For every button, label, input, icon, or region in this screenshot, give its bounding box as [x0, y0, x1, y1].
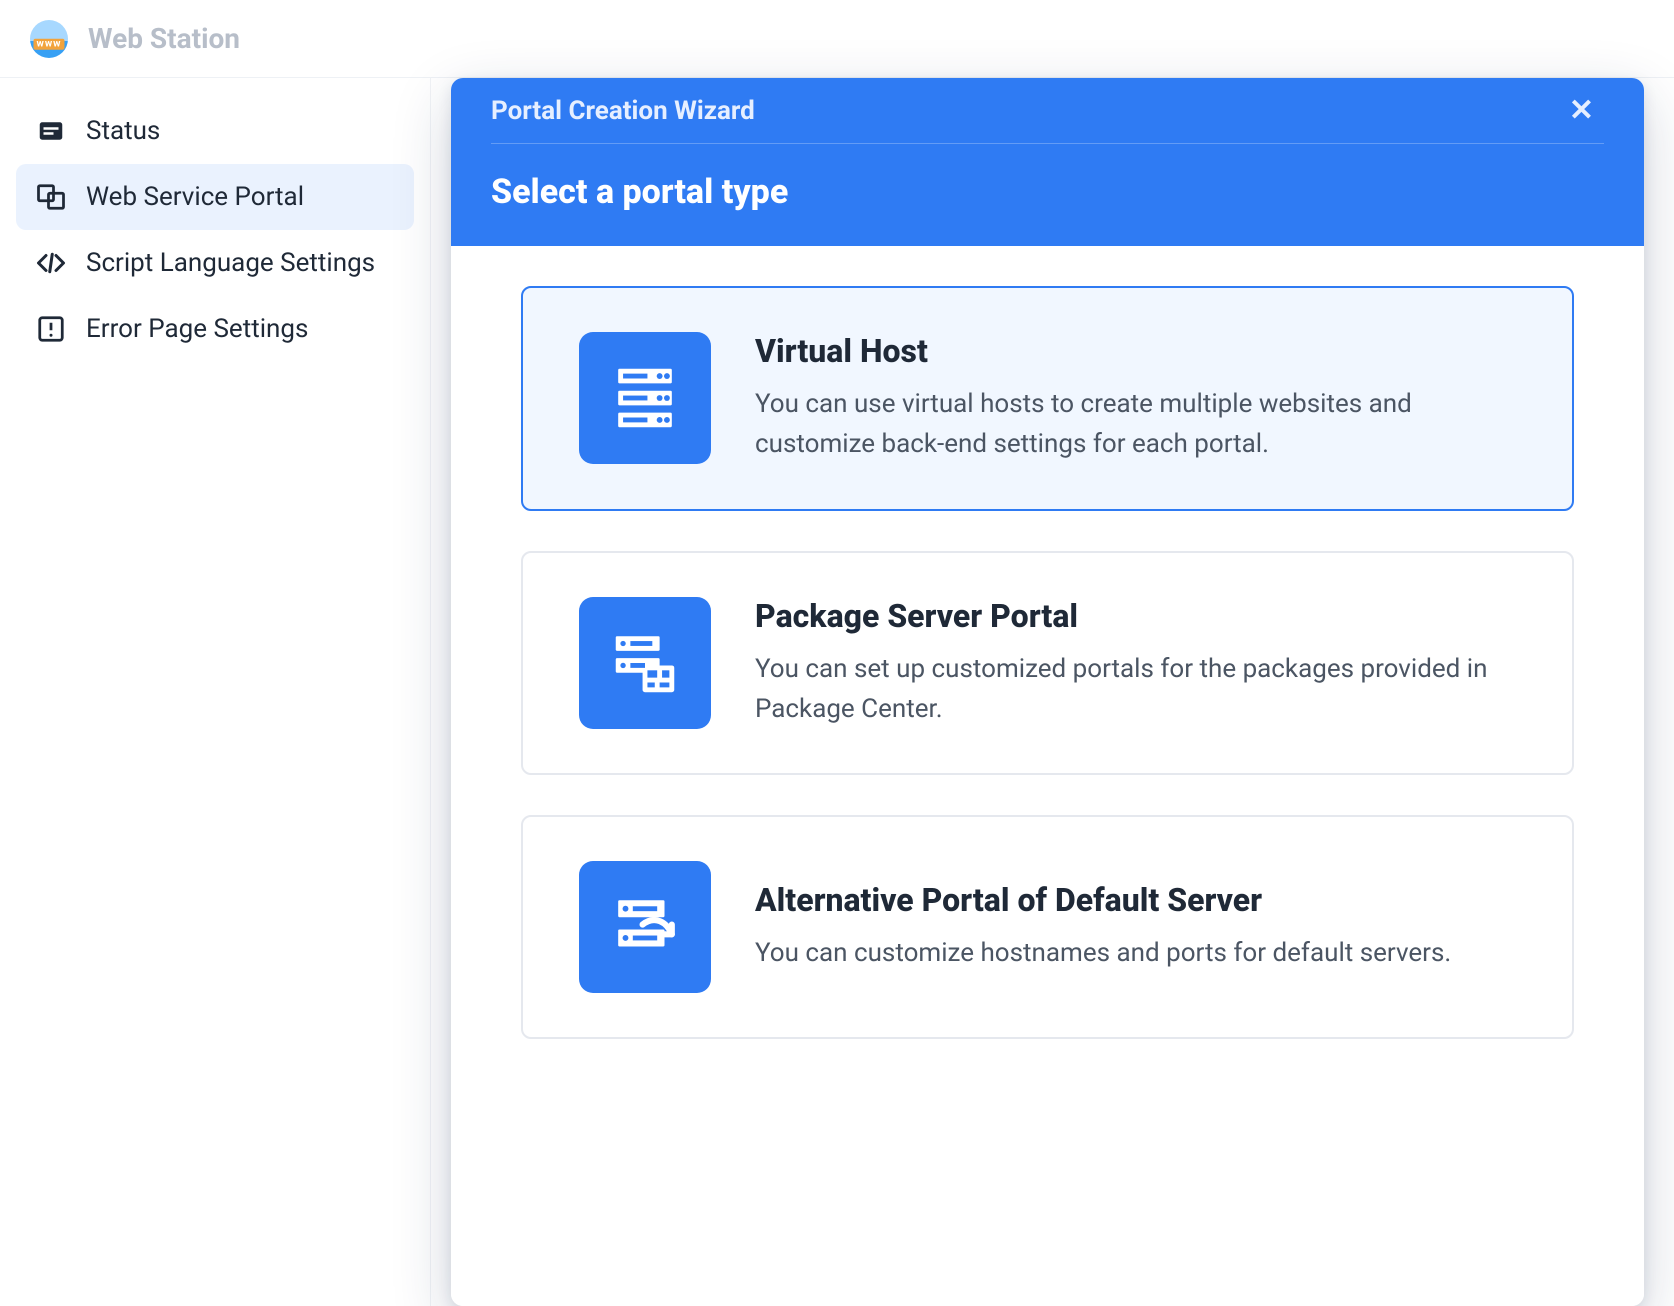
close-icon[interactable]: ✕	[1559, 90, 1604, 132]
wizard-title-bar: Portal Creation Wizard ✕	[491, 78, 1604, 144]
sidebar-item-label: Script Language Settings	[86, 247, 396, 280]
sidebar-item-status[interactable]: Status	[16, 98, 414, 164]
option-package-server-portal[interactable]: Package Server Portal You can set up cus…	[521, 551, 1574, 776]
app-logo-icon	[30, 20, 68, 58]
sidebar-item-web-service-portal[interactable]: Web Service Portal	[16, 164, 414, 230]
option-description: You can use virtual hosts to create mult…	[755, 384, 1516, 465]
option-text: Package Server Portal You can set up cus…	[755, 597, 1516, 730]
option-alternative-portal[interactable]: Alternative Portal of Default Server You…	[521, 815, 1574, 1039]
sidebar-item-error-page-settings[interactable]: Error Page Settings	[16, 296, 414, 362]
wizard-title: Portal Creation Wizard	[491, 96, 755, 126]
option-text: Virtual Host You can use virtual hosts t…	[755, 332, 1516, 465]
alt-server-icon	[579, 861, 711, 993]
app-title: Web Station	[88, 22, 240, 55]
status-icon	[34, 114, 68, 148]
main-area: Portal Creation Wizard ✕ Select a portal…	[430, 78, 1674, 1306]
option-text: Alternative Portal of Default Server You…	[755, 881, 1516, 973]
wizard-subtitle: Select a portal type	[491, 144, 1604, 246]
sidebar-item-label: Error Page Settings	[86, 313, 396, 346]
server-stack-icon	[579, 332, 711, 464]
option-title: Virtual Host	[755, 332, 1516, 370]
option-virtual-host[interactable]: Virtual Host You can use virtual hosts t…	[521, 286, 1574, 511]
portal-icon	[34, 180, 68, 214]
sidebar: Status Web Service Portal Script Languag…	[0, 78, 430, 1306]
option-title: Package Server Portal	[755, 597, 1516, 635]
app-header: Web Station	[0, 0, 1674, 78]
option-title: Alternative Portal of Default Server	[755, 881, 1516, 919]
sidebar-item-label: Status	[86, 115, 396, 148]
wizard-header: Portal Creation Wizard ✕ Select a portal…	[451, 78, 1644, 246]
portal-creation-wizard: Portal Creation Wizard ✕ Select a portal…	[451, 78, 1644, 1306]
sidebar-item-script-language-settings[interactable]: Script Language Settings	[16, 230, 414, 296]
sidebar-item-label: Web Service Portal	[86, 181, 396, 214]
option-description: You can customize hostnames and ports fo…	[755, 933, 1516, 973]
wizard-body: Virtual Host You can use virtual hosts t…	[451, 246, 1644, 1306]
app-layout: Status Web Service Portal Script Languag…	[0, 78, 1674, 1306]
error-icon	[34, 312, 68, 346]
package-server-icon	[579, 597, 711, 729]
option-description: You can set up customized portals for th…	[755, 649, 1516, 730]
code-icon	[34, 246, 68, 280]
